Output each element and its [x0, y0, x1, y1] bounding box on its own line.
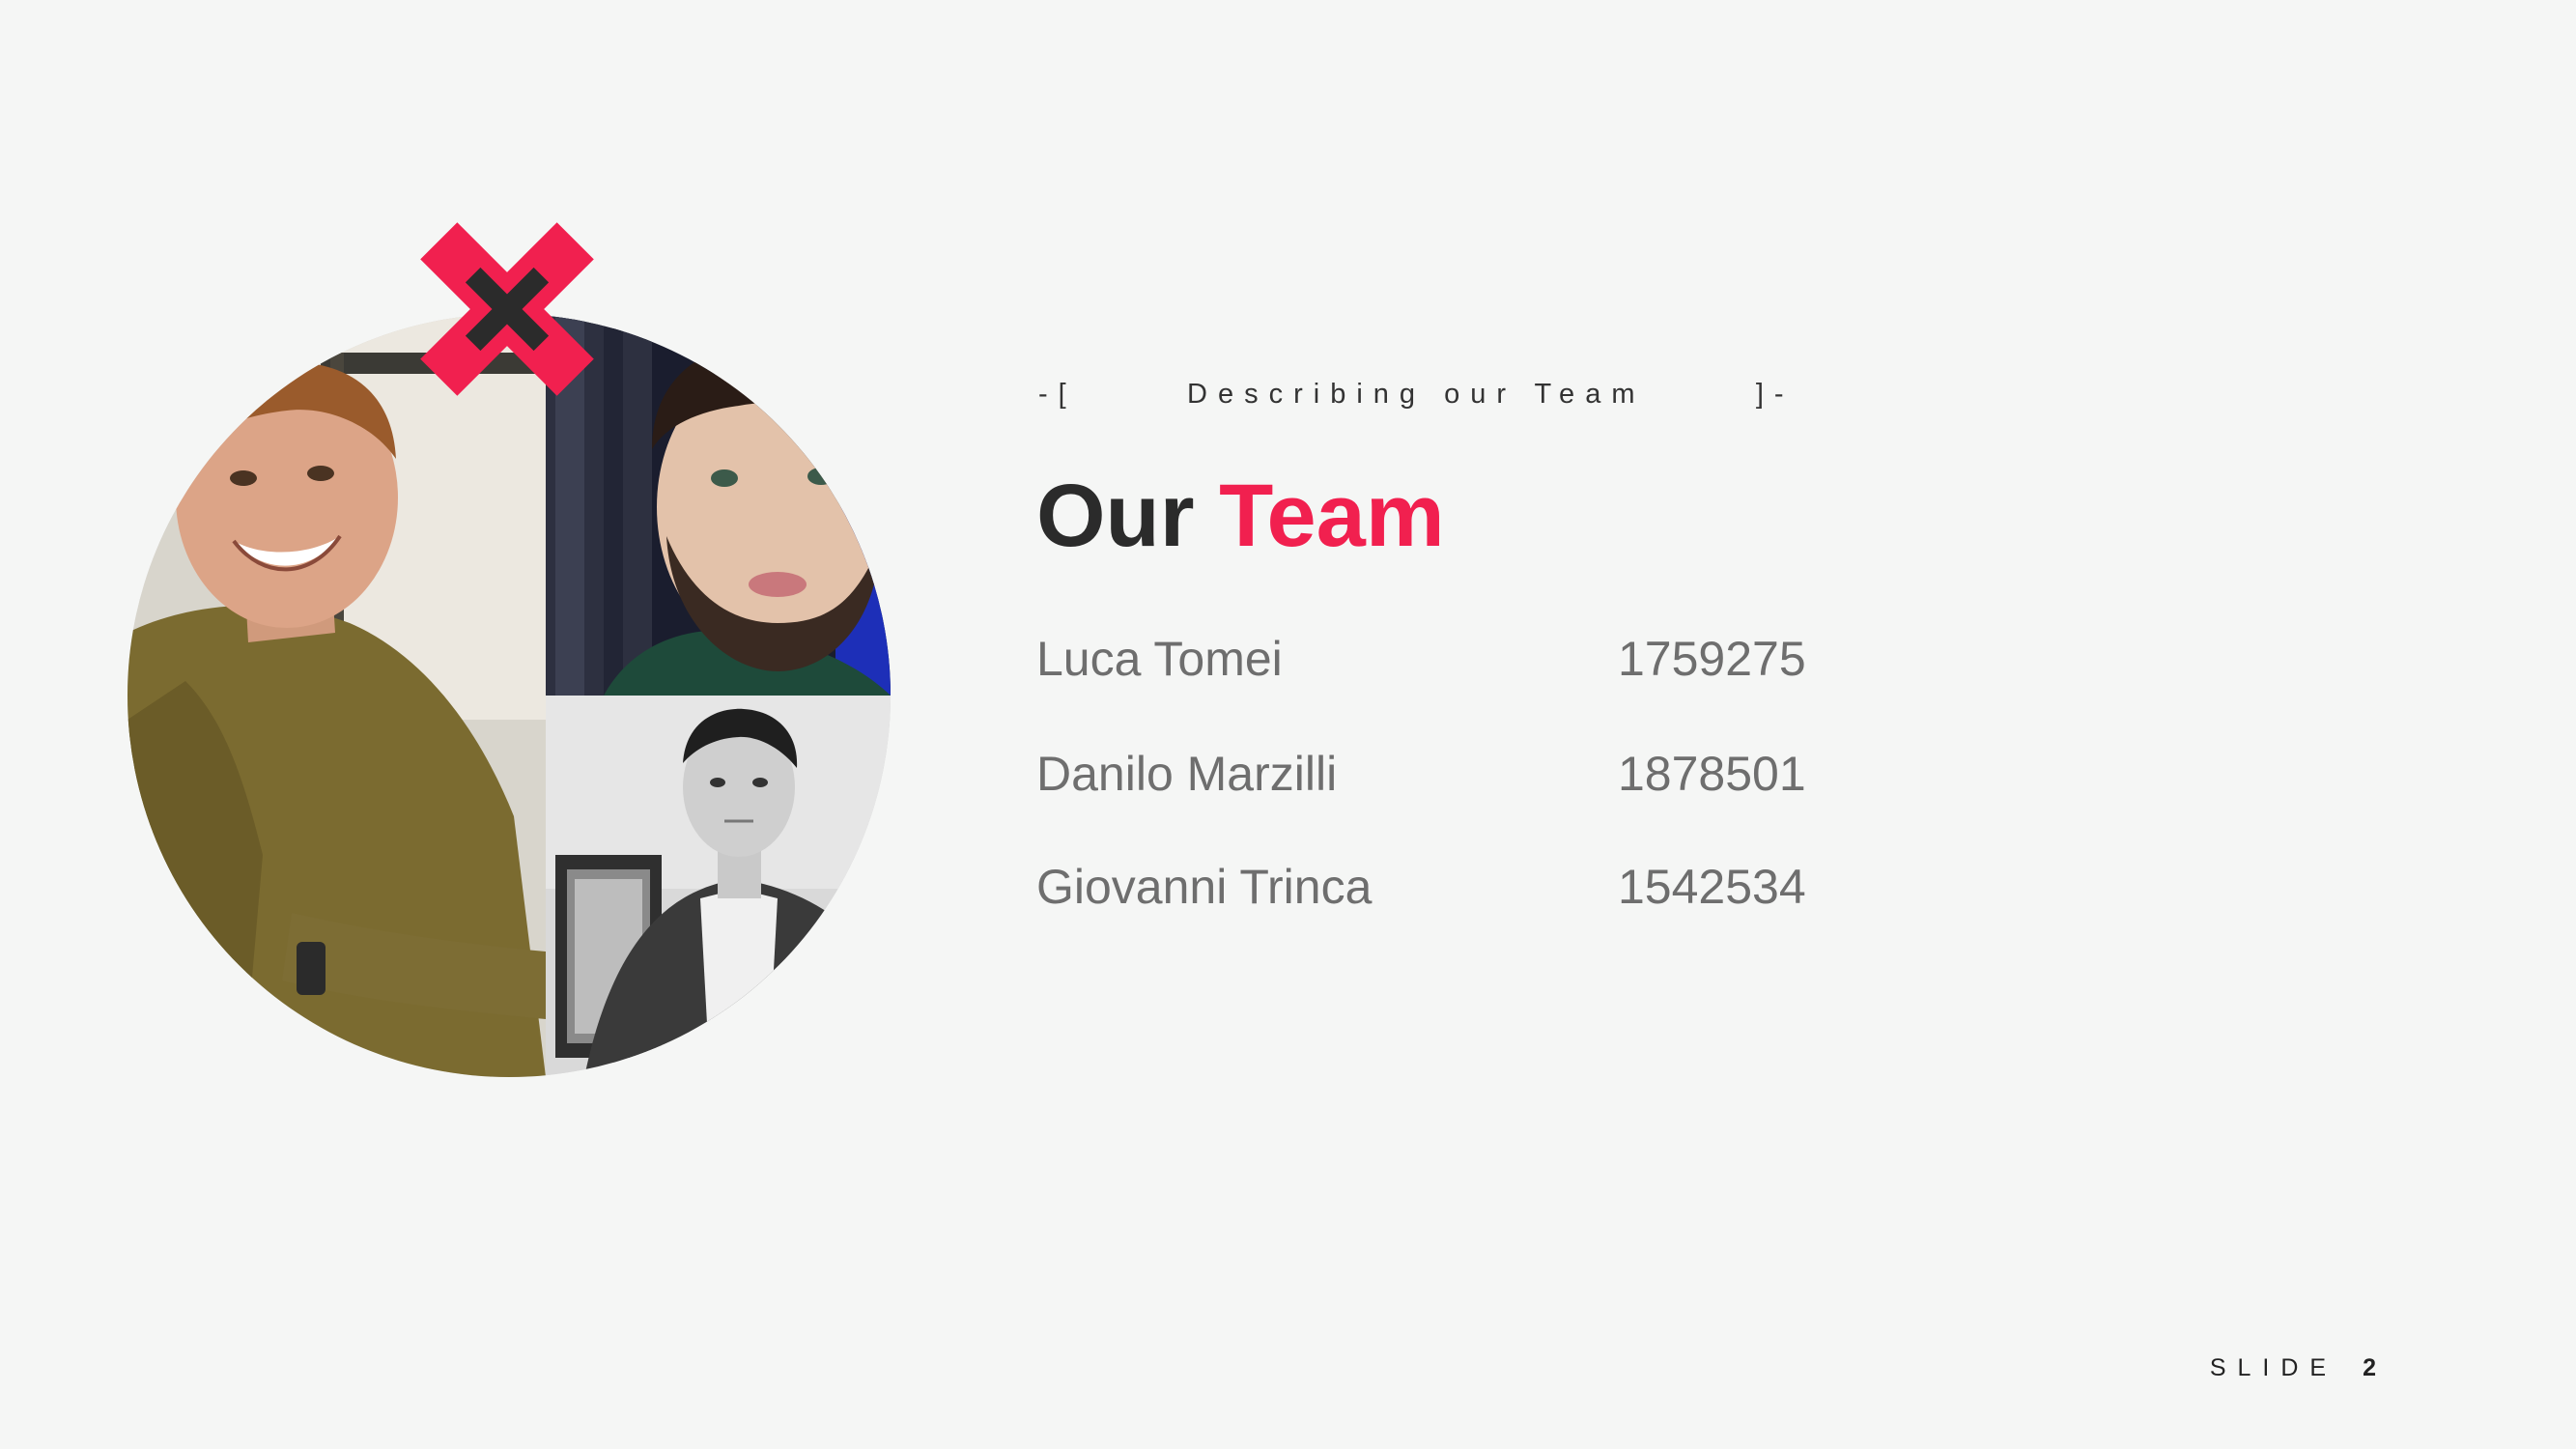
slide-footer: SLIDE 2 [2210, 1354, 2376, 1382]
member-name: Danilo Marzilli [1036, 747, 1338, 801]
member-name: Luca Tomei [1036, 632, 1283, 686]
team-member-row: Luca Tomei 1759275 [1036, 631, 1906, 693]
member-id: 1759275 [1618, 632, 1806, 686]
member-id: 1542534 [1618, 860, 1806, 914]
member-id: 1878501 [1618, 747, 1806, 801]
slide-label: SLIDE [2209, 1354, 2338, 1381]
slide-title: Our Team [1036, 471, 1445, 560]
team-member-photo-bottom-right [546, 696, 891, 1077]
title-part-team: Team [1219, 467, 1445, 565]
x-logo-icon [415, 217, 599, 401]
member-name: Giovanni Trinca [1036, 860, 1373, 914]
team-member-row: Danilo Marzilli 1878501 [1036, 746, 1906, 808]
title-part-our: Our [1036, 467, 1220, 565]
slide: -[ Describing our Team ]- Our Team Luca … [0, 0, 2576, 1449]
team-member-photo-left [127, 314, 546, 1077]
team-member-row: Giovanni Trinca 1542534 [1036, 859, 1906, 921]
team-photo-collage [127, 314, 891, 1077]
section-kicker: -[ Describing our Team ]- [1038, 379, 1795, 410]
slide-number: 2 [2363, 1354, 2376, 1381]
